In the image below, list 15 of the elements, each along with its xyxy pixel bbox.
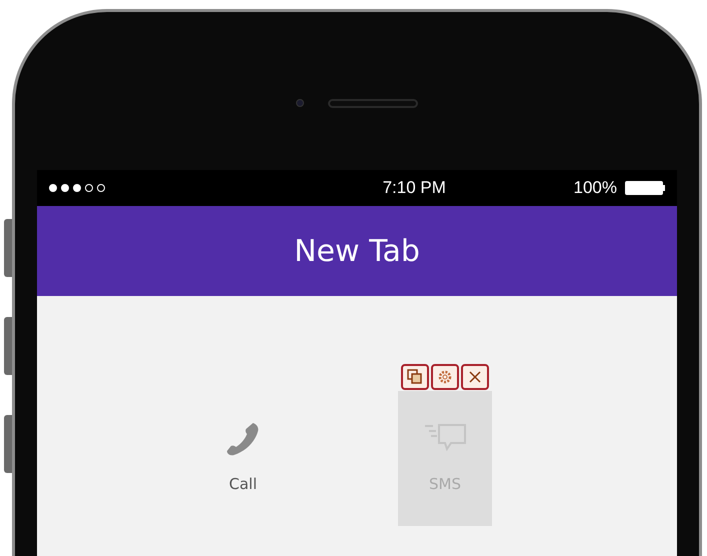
camera-icon <box>296 99 304 107</box>
duplicate-button[interactable] <box>401 364 429 390</box>
gear-icon <box>437 369 453 385</box>
header-title: New Tab <box>294 232 420 270</box>
battery-icon <box>624 181 665 195</box>
status-time: 7:10 PM <box>382 177 446 200</box>
app-tile[interactable]: Call <box>196 391 290 526</box>
battery-percent: 100% <box>574 177 617 200</box>
close-button[interactable] <box>461 364 489 390</box>
phone-icon <box>226 421 260 457</box>
settings-button[interactable] <box>431 364 459 390</box>
signal-icon <box>49 184 105 192</box>
copy-icon <box>407 369 423 385</box>
speaker-icon <box>328 98 418 108</box>
close-icon <box>468 370 482 384</box>
